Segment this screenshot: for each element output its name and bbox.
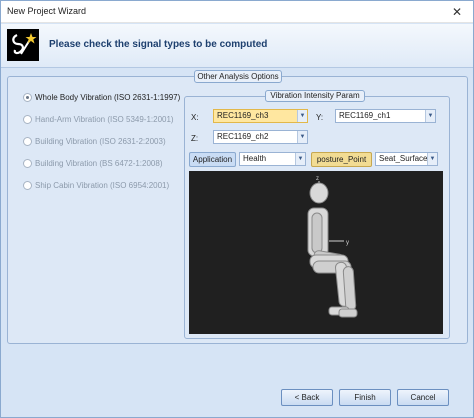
back-button[interactable]: < Back [281,389,333,406]
title-bar: New Project Wizard ✕ [1,1,473,23]
y-channel-select[interactable]: REC1169_ch1 ▼ [335,109,436,123]
other-analysis-legend: Other Analysis Options [194,70,282,83]
y-channel-label: Y: [316,113,324,122]
z-channel-select[interactable]: REC1169_ch2 ▼ [213,130,308,144]
z-channel-label: Z: [191,134,199,143]
radio-ship-cabin-vibration[interactable]: Ship Cabin Vibration (ISO 6954:2001) [23,179,169,191]
x-channel-select[interactable]: REC1169_ch3 ▼ [213,109,308,123]
chevron-down-icon[interactable]: ▼ [297,110,307,122]
application-select[interactable]: Health ▼ [239,152,306,166]
radio-label: Whole Body Vibration (ISO 2631-1:1997) [35,92,181,102]
radio-label: Hand-Arm Vibration (ISO 5349-1:2001) [35,114,174,124]
posture-select[interactable]: Seat_Surface ▼ [375,152,438,166]
chevron-down-icon[interactable]: ▼ [427,153,437,165]
radio-hand-arm-vibration[interactable]: Hand-Arm Vibration (ISO 5349-1:2001) [23,113,174,125]
vibration-param-legend: Vibration Intensity Param [265,90,365,102]
chevron-down-icon[interactable]: ▼ [425,110,435,122]
close-icon[interactable]: ✕ [445,3,469,21]
radio-dot[interactable] [23,180,32,190]
application-value: Health [243,154,267,163]
z-channel-value: REC1169_ch2 [217,132,269,141]
radio-label: Ship Cabin Vibration (ISO 6954:2001) [35,180,170,190]
radio-dot[interactable] [23,158,32,168]
radio-building-vibration-bs[interactable]: Building Vibration (BS 6472-1:2008) [23,157,163,169]
cancel-button[interactable]: Cancel [397,389,449,406]
radio-label: Building Vibration (ISO 2631-2:2003) [35,136,166,146]
radio-whole-body-vibration[interactable]: Whole Body Vibration (ISO 2631-1:1997) [23,91,180,103]
chevron-down-icon[interactable]: ▼ [295,153,305,165]
seated-figure-illustration: z y x [307,176,358,318]
posture-value: Seat_Surface [379,154,428,163]
page-heading: Please check the signal types to be comp… [49,39,268,50]
wizard-header: Please check the signal types to be comp… [1,24,473,68]
x-channel-value: REC1169_ch3 [217,111,269,120]
radio-building-vibration-iso[interactable]: Building Vibration (ISO 2631-2:2003) [23,135,166,147]
posture-preview-canvas: z y x [189,171,443,334]
x-channel-label: X: [191,113,199,122]
y-channel-value: REC1169_ch1 [339,111,391,120]
wizard-window: New Project Wizard ✕ Please check the si… [0,0,474,418]
axis-y-label: y [346,240,349,246]
radio-dot[interactable] [23,92,32,102]
window-title: New Project Wizard [7,6,87,16]
radio-dot[interactable] [23,114,32,124]
finish-button[interactable]: Finish [339,389,391,406]
posture-point-button[interactable]: posture_Point [311,152,372,167]
radio-dot[interactable] [23,136,32,146]
application-button[interactable]: Application [189,152,236,167]
axis-z-label: z [316,176,319,182]
chevron-down-icon[interactable]: ▼ [297,131,307,143]
wizard-logo-icon [7,29,39,61]
radio-label: Building Vibration (BS 6472-1:2008) [35,158,163,168]
